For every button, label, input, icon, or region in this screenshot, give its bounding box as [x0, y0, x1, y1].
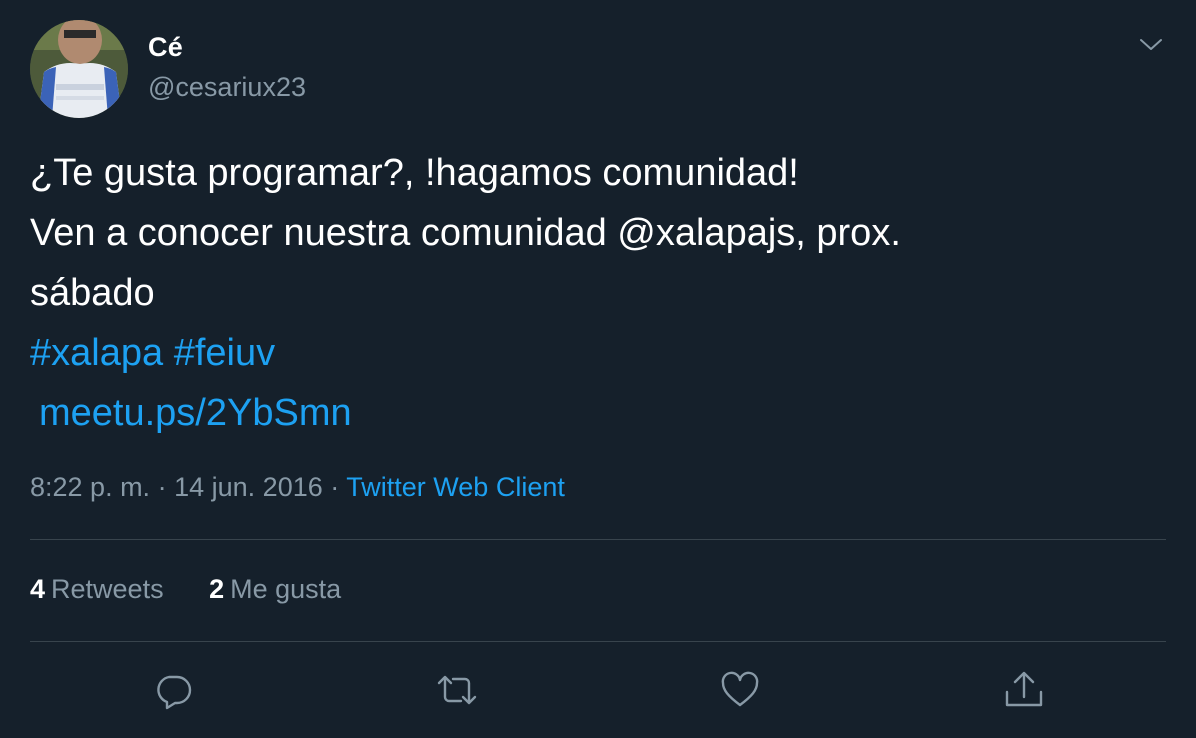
meta-separator: · [157, 472, 167, 502]
mention-xalapajs[interactable]: @xalapajs [617, 212, 795, 254]
tweet-source-link[interactable]: Twitter Web Client [346, 472, 565, 502]
likes-label: Me gusta [230, 574, 342, 604]
url-line: meetu.ps/2YbSmn [30, 383, 1160, 443]
display-name[interactable]: Cé [148, 32, 183, 63]
divider [30, 641, 1166, 642]
tweet-line: ¿Te gusta programar?, !hagamos comunidad… [30, 152, 799, 194]
share-icon[interactable] [1002, 668, 1046, 712]
hashtag-feiuv[interactable]: #feiuv [174, 332, 275, 374]
divider [30, 539, 1166, 540]
likes-stat[interactable]: 2 Me gusta [209, 574, 341, 605]
retweets-label: Retweets [51, 574, 164, 604]
tweet-line: sábado [30, 272, 155, 314]
hashtag-line: #xalapa #feiuv [30, 323, 1160, 383]
avatar[interactable] [30, 20, 128, 118]
tweet-text: ¿Te gusta programar?, !hagamos comunidad… [30, 143, 1160, 443]
meta-separator: · [330, 472, 340, 502]
retweets-count: 4 [30, 574, 46, 604]
retweet-icon[interactable] [435, 668, 479, 712]
chevron-down-icon[interactable] [1136, 30, 1166, 60]
tweet-date[interactable]: 14 jun. 2016 [174, 472, 323, 502]
like-icon[interactable] [718, 668, 762, 712]
tweet-text-segment: Ven a conocer nuestra comunidad [30, 212, 618, 254]
tweet-stats: 4 Retweets 2 Me gusta [30, 574, 379, 605]
tweet-card: Cé @cesariux23 ¿Te gusta programar?, !ha… [0, 0, 1196, 738]
retweets-stat[interactable]: 4 Retweets [30, 574, 164, 605]
reply-icon[interactable] [151, 668, 195, 712]
tweet-text-segment: , prox. [795, 212, 901, 254]
hashtag-xalapa[interactable]: #xalapa [30, 332, 163, 374]
tweet-line: Ven a conocer nuestra comunidad @xalapaj… [30, 203, 1160, 263]
tweet-time[interactable]: 8:22 p. m. [30, 472, 150, 502]
tweet-url-link[interactable]: meetu.ps/2YbSmn [39, 392, 352, 434]
user-handle[interactable]: @cesariux23 [148, 72, 306, 103]
likes-count: 2 [209, 574, 225, 604]
tweet-meta: 8:22 p. m. · 14 jun. 2016 · Twitter Web … [30, 472, 565, 503]
